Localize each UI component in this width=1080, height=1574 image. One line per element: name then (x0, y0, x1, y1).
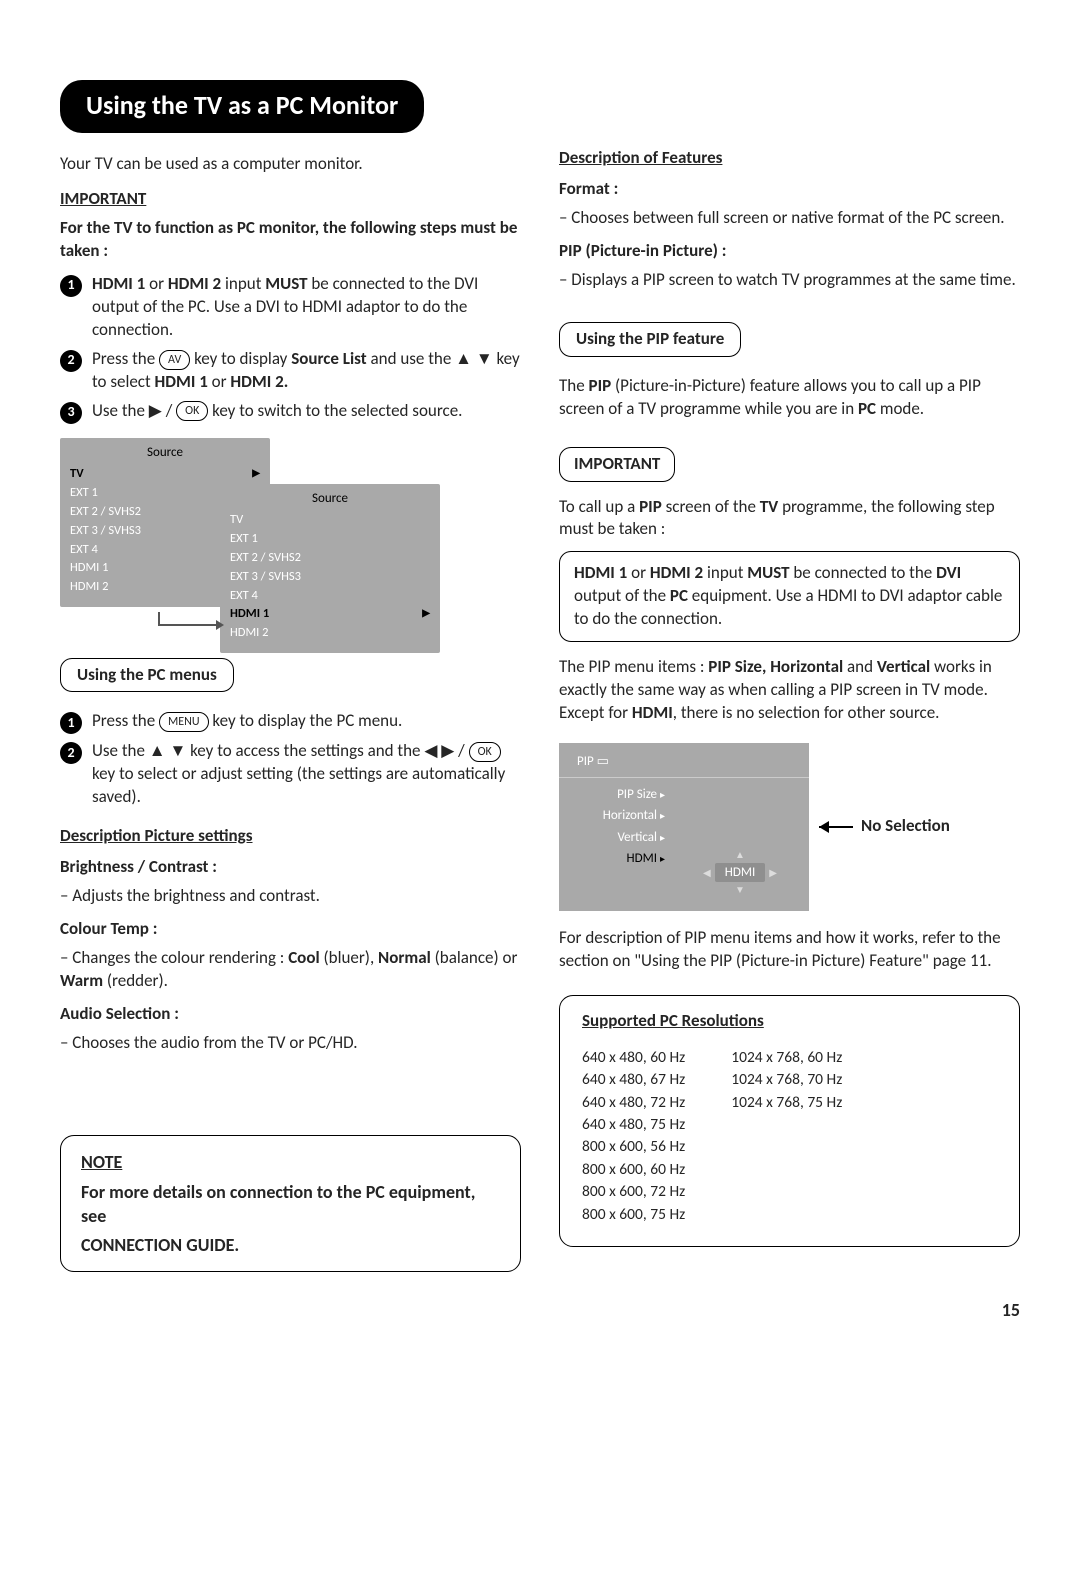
step-number-icon: 2 (60, 350, 82, 372)
brightness-text: – Adjusts the brightness and contrast. (60, 885, 521, 908)
important-box: IMPORTANT (559, 447, 675, 482)
right-column: Description of Features Format : – Choos… (559, 147, 1020, 1272)
ok-key-icon: OK (176, 401, 208, 421)
pip-for-desc-text: For description of PIP menu items and ho… (559, 927, 1020, 973)
important-heading: IMPORTANT (60, 188, 521, 211)
pip-osd-box: PIP ▭ PIP Size ▸ Horizontal ▸ Vertical ▸… (559, 743, 809, 911)
pip-feature-tab: Using the PIP feature (559, 322, 741, 357)
connector-arrow-icon (158, 612, 222, 626)
resolutions-box: Supported PC Resolutions 640 x 480, 60 H… (559, 995, 1020, 1248)
pip-icon: ▭ (597, 754, 609, 769)
chevron-down-icon: ▼ (735, 883, 745, 897)
colour-temp-text: – Changes the colour rendering : Cool (b… (60, 947, 521, 993)
chevron-left-icon: ◀ (703, 866, 711, 880)
pip-menu-items-text: The PIP menu items : PIP Size, Horizonta… (559, 656, 1020, 725)
pip-osd-diagram: PIP ▭ PIP Size ▸ Horizontal ▸ Vertical ▸… (559, 743, 1020, 911)
av-key-icon: AV (159, 350, 190, 370)
pc-step-1: 1 Press the MENU key to display the PC m… (60, 710, 521, 734)
res-col-1: 640 x 480, 60 Hz 640 x 480, 67 Hz 640 x … (582, 1047, 685, 1227)
note-text-2: CONNECTION GUIDE. (81, 1233, 500, 1257)
brightness-heading: Brightness / Contrast : (60, 856, 521, 879)
step-number-icon: 1 (60, 712, 82, 734)
pc-menus-tab: Using the PC menus (60, 658, 234, 693)
colour-temp-heading: Colour Temp : (60, 918, 521, 941)
audio-sel-text: – Chooses the audio from the TV or PC/HD… (60, 1032, 521, 1055)
res-col-2: 1024 x 768, 60 Hz 1024 x 768, 70 Hz 1024… (731, 1047, 842, 1227)
pc-step-2: 2 Use the ▲ ▼ key to access the settings… (60, 740, 521, 809)
note-text-1: For more details on connection to the PC… (81, 1180, 500, 1229)
step-3: 3 Use the ▶ / OK key to switch to the se… (60, 400, 521, 424)
important-text: For the TV to function as PC monitor, th… (60, 217, 521, 263)
page-number: 15 (60, 1298, 1020, 1322)
step-1: 1 HDMI 1 or HDMI 2 input MUST be connect… (60, 273, 521, 342)
pip-heading: PIP (Picture-in Picture) : (559, 240, 1020, 263)
note-heading: NOTE (81, 1150, 500, 1174)
pip-desc-para: The PIP (Picture-in-Picture) feature all… (559, 375, 1020, 421)
call-up-text: To call up a PIP screen of the TV progra… (559, 496, 1020, 542)
chevron-right-icon: ▶ (769, 866, 777, 880)
format-text: – Chooses between full screen or native … (559, 207, 1020, 230)
features-heading: Description of Features (559, 147, 1020, 170)
format-heading: Format : (559, 178, 1020, 201)
source-osd-diagram: Source TV▶ EXT 1 EXT 2 / SVHS2 EXT 3 / S… (60, 438, 521, 628)
intro-text: Your TV can be used as a computer monito… (60, 153, 521, 176)
resolutions-title: Supported PC Resolutions (582, 1010, 997, 1033)
left-column: Your TV can be used as a computer monito… (60, 147, 521, 1272)
desc-picture-heading: Description Picture settings (60, 825, 521, 848)
menu-key-icon: MENU (159, 712, 209, 732)
step-number-icon: 1 (60, 275, 82, 297)
step-number-icon: 3 (60, 402, 82, 424)
ok-key-icon: OK (469, 742, 501, 762)
step-2: 2 Press the AV key to display Source Lis… (60, 348, 521, 394)
pip-text: – Displays a PIP screen to watch TV prog… (559, 269, 1020, 292)
hdmi-must-box: HDMI 1 or HDMI 2 input MUST be connected… (559, 551, 1020, 642)
chevron-up-icon: ▲ (735, 848, 745, 862)
note-box: NOTE For more details on connection to t… (60, 1135, 521, 1272)
source-osd-box-2: Source TV EXT 1 EXT 2 / SVHS2 EXT 3 / SV… (220, 484, 440, 654)
audio-sel-heading: Audio Selection : (60, 1003, 521, 1026)
page-title: Using the TV as a PC Monitor (60, 80, 424, 133)
step-number-icon: 2 (60, 742, 82, 764)
no-selection-arrow: No Selection (819, 815, 950, 838)
